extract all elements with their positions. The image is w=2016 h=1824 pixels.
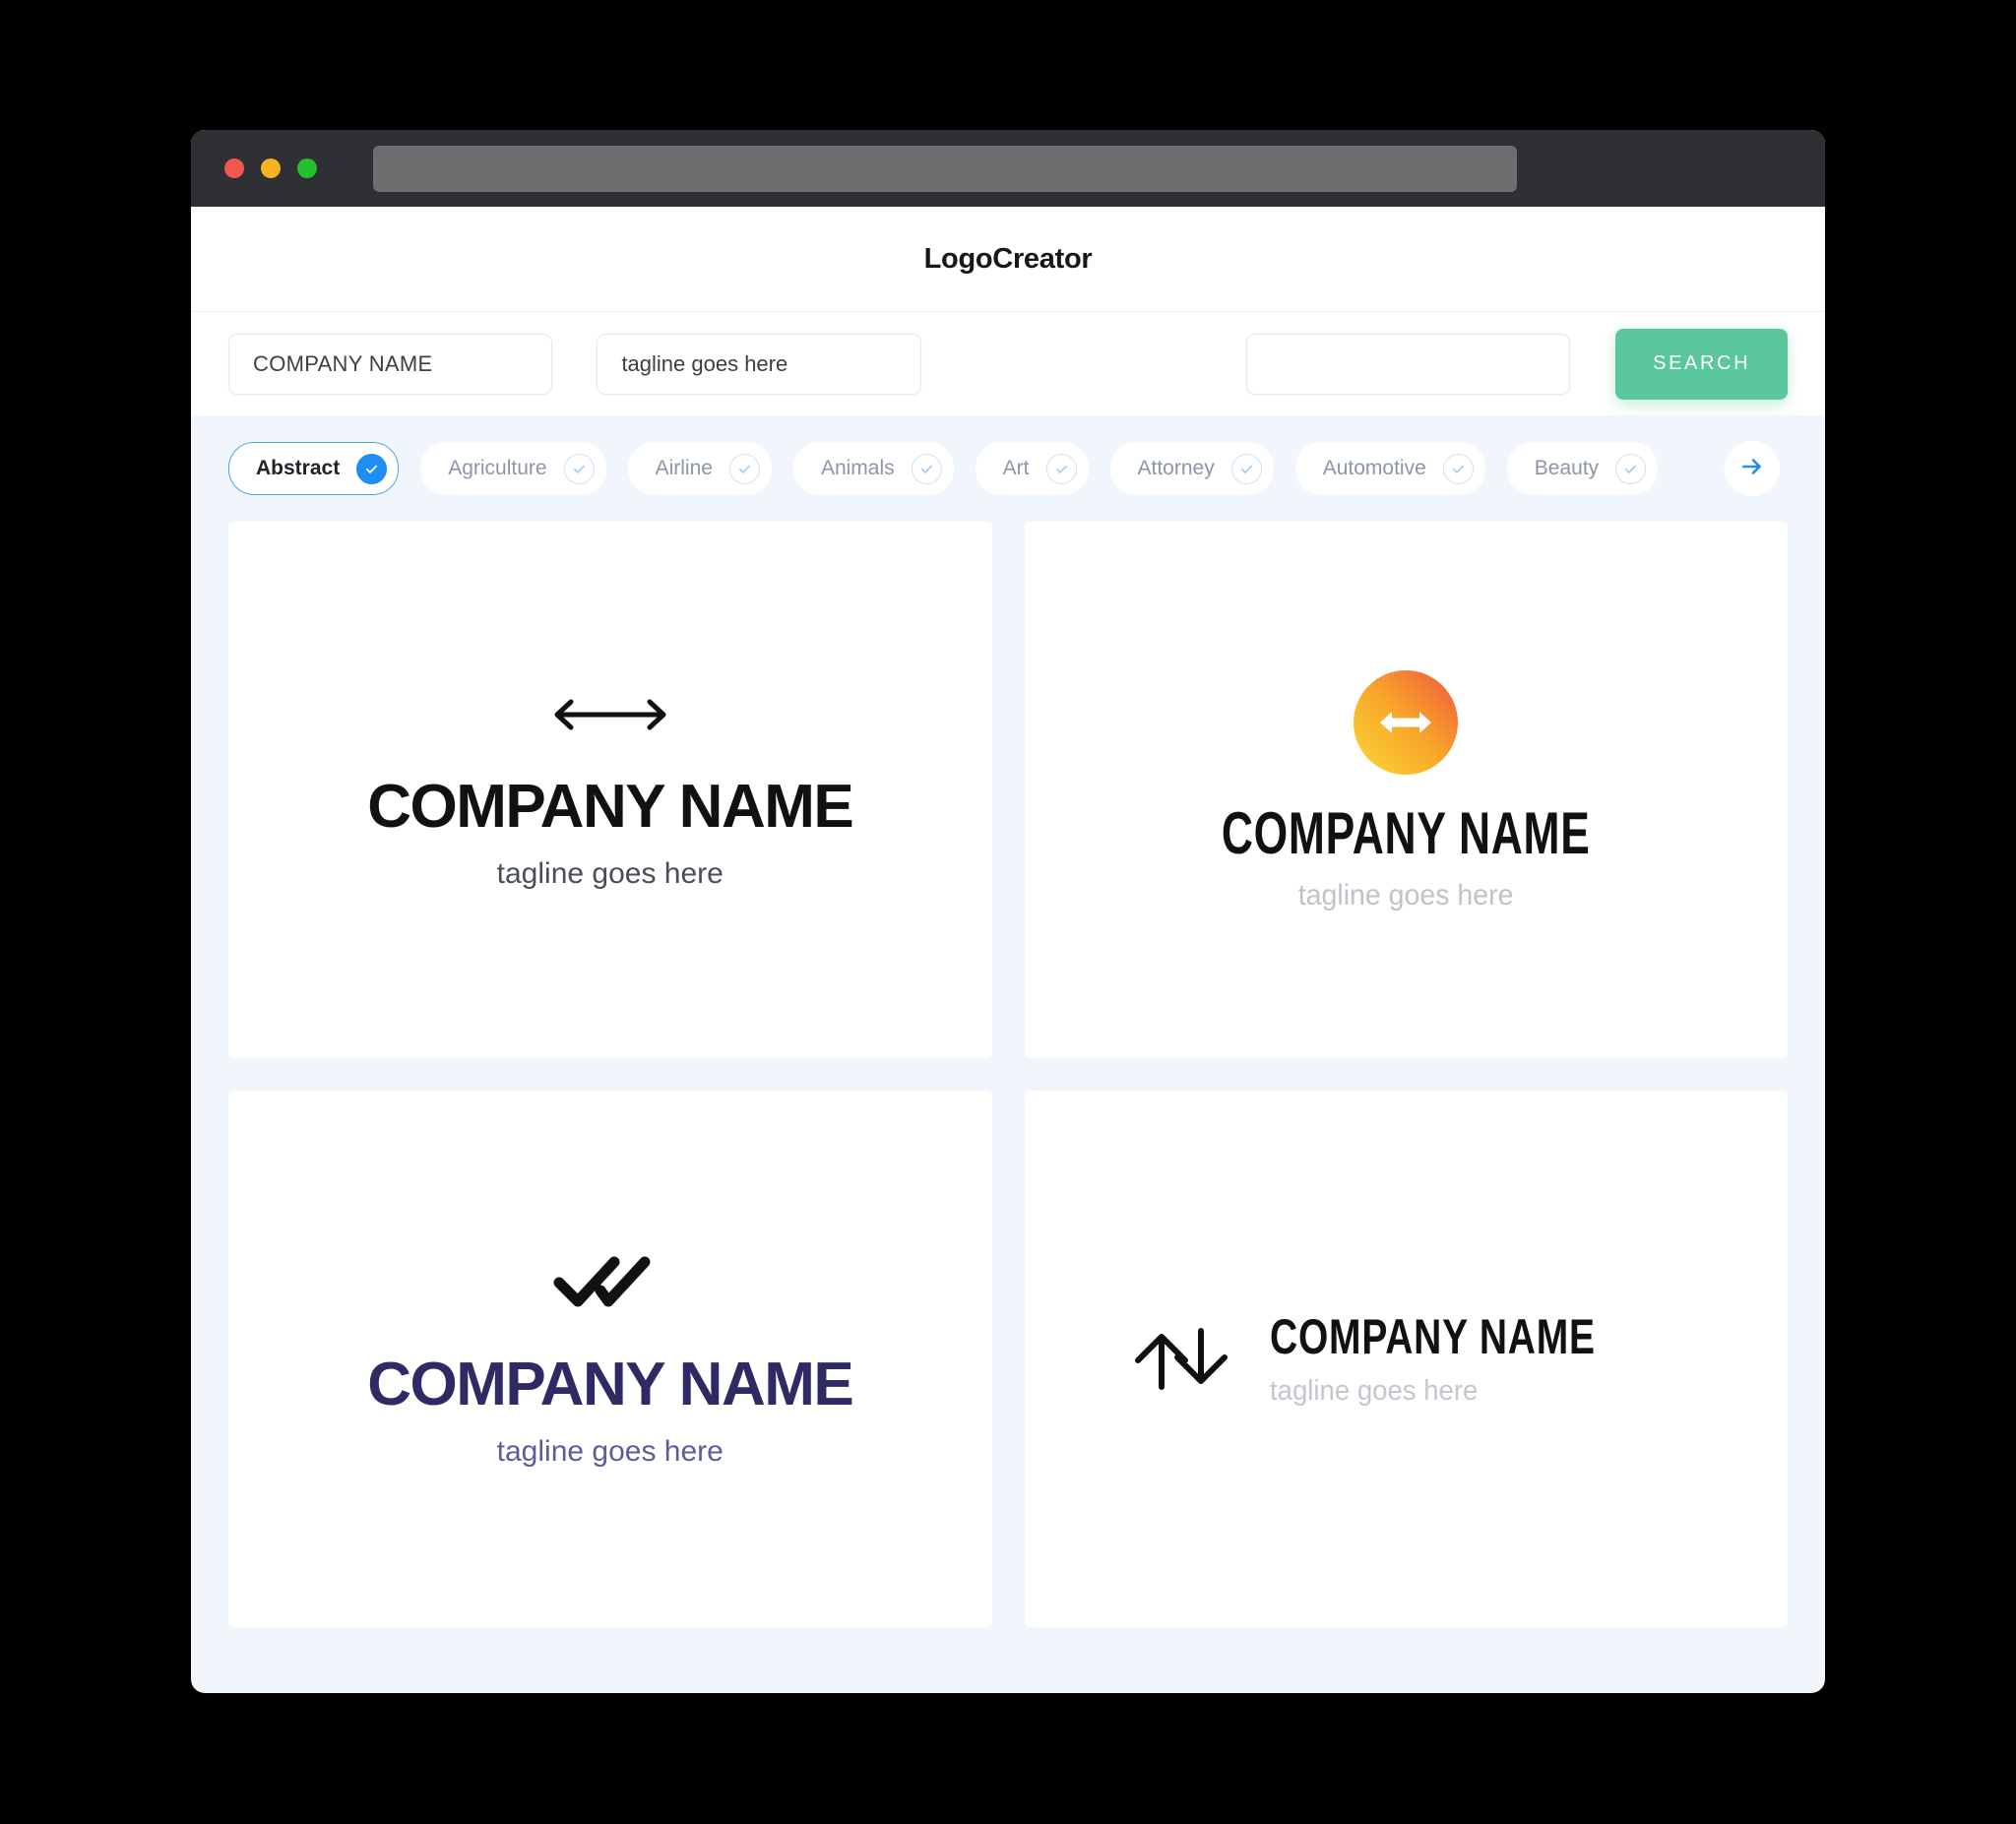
arrow-right-icon [1739,454,1765,484]
category-chip-animals[interactable]: Animals [792,442,954,495]
tagline-value: tagline goes here [621,350,788,376]
category-label: Automotive [1322,457,1426,479]
category-chip-abstract[interactable]: Abstract [228,442,400,495]
category-label: Attorney [1137,457,1215,479]
double-headed-horizontal-arrow-icon [547,692,673,737]
category-label: Animals [820,457,895,479]
browser-titlebar [191,130,1825,207]
company-name-value: COMPANY NAME [253,350,433,376]
search-bar: COMPANY NAME tagline goes here SEARCH [191,312,1825,415]
category-label: Art [1002,457,1030,479]
company-name-input[interactable]: COMPANY NAME [228,333,553,395]
categories-next-button[interactable] [1725,441,1780,496]
logo-card-gradient-circle[interactable]: COMPANY NAME tagline goes here [1024,522,1788,1058]
window-controls [224,158,317,178]
category-chip-beauty[interactable]: Beauty [1506,442,1659,495]
category-chip-automotive[interactable]: Automotive [1294,442,1485,495]
check-circle-icon [1230,453,1262,484]
check-circle-icon [356,453,388,484]
logo-card-up-down-arrows[interactable]: COMPANY NAME tagline goes here [1024,1091,1788,1627]
gradient-circle-double-arrow-icon [1354,669,1459,775]
browser-window: LogoCreator COMPANY NAME tagline goes he… [191,130,1825,1693]
logo-tagline: tagline goes here [1270,1375,1479,1407]
app-header: LogoCreator [191,207,1825,312]
logo-tagline: tagline goes here [496,1434,724,1468]
category-filter-bar: Abstract Agriculture Airline Animals Art [191,415,1825,522]
double-check-icon [551,1252,669,1311]
tagline-input[interactable]: tagline goes here [597,333,921,395]
check-circle-icon [1045,453,1077,484]
maximize-window-button[interactable] [297,158,317,178]
check-circle-icon [1442,453,1474,484]
logo-company-name: COMPANY NAME [1270,1309,1596,1364]
extra-keyword-input[interactable] [1245,333,1571,395]
logo-company-name: COMPANY NAME [1221,799,1591,866]
logo-company-name: COMPANY NAME [367,772,853,841]
check-circle-icon [911,453,942,484]
category-label: Beauty [1534,457,1600,479]
up-down-outline-arrows-icon [1124,1312,1242,1406]
logo-card-double-check[interactable]: COMPANY NAME tagline goes here [228,1091,992,1627]
category-chip-agriculture[interactable]: Agriculture [420,442,606,495]
logo-tagline: tagline goes here [1297,878,1514,912]
category-chip-attorney[interactable]: Attorney [1109,442,1274,495]
category-label: Agriculture [448,457,547,479]
url-bar[interactable] [373,145,1517,192]
check-circle-icon [1615,453,1647,484]
logo-card-arrow-line[interactable]: COMPANY NAME tagline goes here [228,522,992,1058]
check-circle-icon [563,453,595,484]
category-chip-art[interactable]: Art [975,442,1089,495]
close-window-button[interactable] [224,158,244,178]
search-button[interactable]: SEARCH [1615,328,1788,400]
minimize-window-button[interactable] [261,158,281,178]
category-chip-airline[interactable]: Airline [627,442,772,495]
logo-results-grid: COMPANY NAME tagline goes here COMPANY N… [191,522,1825,1663]
category-label: Abstract [256,457,341,479]
check-circle-icon [728,453,760,484]
category-label: Airline [655,457,713,479]
logo-company-name: COMPANY NAME [367,1350,853,1418]
logo-tagline: tagline goes here [496,856,724,890]
app-title: LogoCreator [923,242,1093,275]
